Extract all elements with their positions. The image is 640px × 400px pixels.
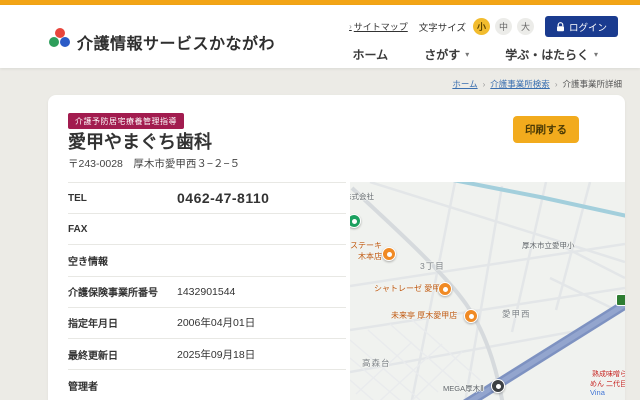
login-label: ログイン — [569, 20, 607, 34]
breadcrumb-separator-icon: › — [555, 80, 558, 89]
font-size-small-button[interactable]: 小 — [473, 18, 490, 35]
facility-name: 愛甲やまぐち歯科 — [68, 128, 212, 154]
facility-detail-card: 介護予防居宅療養管理指導 愛甲やまぐち歯科 〒243-0028 厚木市愛甲西３−… — [48, 95, 625, 400]
lock-icon — [556, 22, 565, 32]
font-size-label: 文字サイズ — [419, 20, 466, 34]
utility-row: ›サイトマップ 文字サイズ 小 中 大 ログイン — [349, 16, 618, 37]
font-size-controls: 小 中 大 — [473, 18, 534, 35]
page: 介護情報サービスかながわ ›サイトマップ 文字サイズ 小 中 大 ログイン ホー… — [0, 0, 640, 400]
nav-item-home[interactable]: ホーム — [353, 46, 389, 63]
breadcrumb: ホーム › 介護事業所検索 › 介護事業所詳細 — [452, 78, 622, 90]
breadcrumb-home-link[interactable]: ホーム — [452, 78, 477, 90]
nav-home-label: ホーム — [353, 46, 389, 63]
table-row-last-updated: 最終更新日 2025年09月18日 — [68, 339, 346, 370]
map-label-ramen-line1: 熟成味噌ら — [565, 369, 625, 379]
sitemap-link[interactable]: ›サイトマップ — [349, 20, 408, 33]
table-row-designation-date: 指定年月日 2006年04月01日 — [68, 308, 346, 339]
field-value: 2006年04月01日 — [177, 315, 255, 330]
facility-address: 〒243-0028 厚木市愛甲西３−２−５ — [68, 156, 240, 171]
map-label-vina: Vina — [590, 388, 605, 397]
field-value: 2025年09月18日 — [177, 347, 255, 362]
map-label-steak-line1: ステーキ — [350, 240, 382, 251]
chevron-right-icon: › — [349, 22, 352, 31]
nav-item-learn-work[interactable]: 学ぶ・はたらく ▾ — [505, 46, 598, 63]
field-label: 空き情報 — [68, 253, 177, 268]
chevron-down-icon: ▾ — [594, 50, 598, 59]
facility-map[interactable]: 株式会社 ステーキ 木本店 3丁目 厚木市立愛甲小 シャトレーゼ 愛甲店 未来亭… — [350, 182, 625, 400]
place-marker-food[interactable] — [382, 247, 396, 261]
main-nav: ホーム さがす ▾ 学ぶ・はたらく ▾ — [353, 46, 598, 63]
map-label-school: 厚木市立愛甲小 — [522, 240, 575, 251]
map-label-aiko-nishi: 愛甲西 — [502, 308, 531, 320]
table-row-tel: TEL 0462-47-8110 — [68, 183, 346, 214]
field-label: FAX — [68, 224, 177, 235]
breadcrumb-search-link[interactable]: 介護事業所検索 — [490, 78, 550, 90]
table-row-vacancy: 空き情報 — [68, 245, 346, 276]
logo-dot-green — [49, 37, 59, 47]
table-row-fax: FAX — [68, 214, 346, 245]
nav-item-search[interactable]: さがす ▾ — [424, 46, 469, 63]
field-value-tel: 0462-47-8110 — [177, 190, 269, 206]
map-label-takamoridai: 高森台 — [362, 357, 391, 369]
chevron-down-icon: ▾ — [465, 50, 469, 59]
service-type-badge: 介護予防居宅療養管理指導 — [68, 113, 184, 129]
map-label-steak: ステーキ 木本店 — [350, 240, 382, 262]
font-size-medium-button[interactable]: 中 — [495, 18, 512, 35]
breadcrumb-current: 介護事業所詳細 — [562, 78, 622, 90]
sitemap-label: サイトマップ — [354, 20, 408, 33]
field-label: 介護保険事業所番号 — [68, 284, 177, 299]
site-logo-icon[interactable] — [49, 28, 71, 48]
map-label-company: 株式会社 — [350, 191, 374, 202]
breadcrumb-separator-icon: › — [483, 80, 486, 89]
route-shield-icon — [616, 294, 625, 306]
logo-dot-blue — [60, 37, 70, 47]
field-label: 指定年月日 — [68, 315, 177, 330]
site-header: 介護情報サービスかながわ ›サイトマップ 文字サイズ 小 中 大 ログイン ホー… — [0, 5, 640, 68]
site-title[interactable]: 介護情報サービスかながわ — [77, 30, 275, 54]
nav-learn-label: 学ぶ・はたらく — [505, 46, 589, 63]
map-label-ramen: 熟成味噌ら めん 二代目 — [565, 369, 625, 389]
table-row-manager: 管理者 — [68, 370, 346, 400]
font-size-large-button[interactable]: 大 — [517, 18, 534, 35]
place-marker-food[interactable] — [438, 282, 452, 296]
map-label-3chome: 3丁目 — [420, 260, 445, 272]
map-label-mega: MEGA厚木Ⅱ — [443, 383, 484, 394]
login-button[interactable]: ログイン — [545, 16, 618, 37]
field-label: 管理者 — [68, 378, 177, 393]
facility-info-table: TEL 0462-47-8110 FAX 空き情報 介護保険事業所番号 1432… — [68, 182, 346, 400]
map-label-miraitei: 未来亭 厚木愛甲店 — [391, 310, 457, 321]
field-label: TEL — [68, 193, 177, 204]
nav-search-label: さがす — [424, 46, 460, 63]
place-marker-food[interactable] — [464, 309, 478, 323]
map-label-steak-line2: 木本店 — [350, 251, 382, 262]
print-button[interactable]: 印刷する — [513, 116, 579, 143]
field-value: 1432901544 — [177, 286, 235, 298]
table-row-office-number: 介護保険事業所番号 1432901544 — [68, 277, 346, 308]
field-label: 最終更新日 — [68, 347, 177, 362]
place-marker-dark[interactable] — [491, 379, 505, 393]
